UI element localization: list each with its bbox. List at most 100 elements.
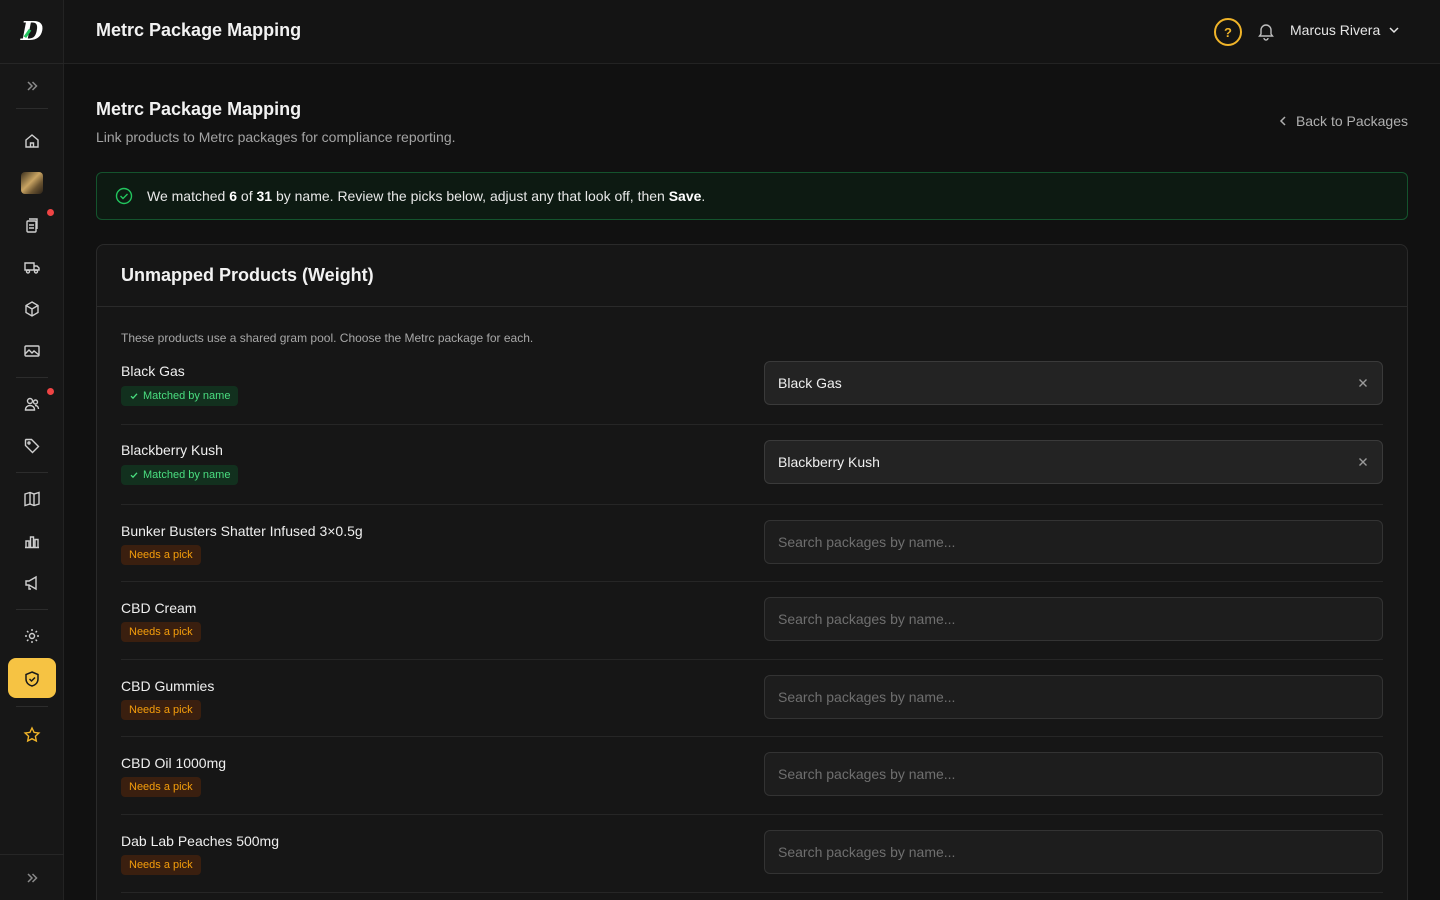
sidebar-item-media[interactable]: [0, 330, 64, 372]
alert-dot: [47, 388, 54, 395]
selected-package-value: Black Gas: [778, 375, 842, 391]
needs-pick-badge: Needs a pick: [121, 700, 201, 720]
selected-package-field[interactable]: Black Gas: [764, 361, 1383, 405]
clear-selection-button[interactable]: [1357, 456, 1369, 468]
product-row: Blackberry Kush Matched by name Blackberry…: [121, 440, 1383, 505]
sidebar-collapse-toggle[interactable]: [0, 64, 64, 108]
sidebar-item-packages[interactable]: [0, 288, 64, 330]
sidebar-item-settings[interactable]: [0, 615, 64, 657]
check-icon: [130, 393, 138, 400]
sidebar-item-catalog[interactable]: [0, 478, 64, 520]
badge-label: Needs a pick: [129, 704, 193, 716]
badge-label: Needs a pick: [129, 626, 193, 638]
page-subtitle: Link products to Metrc packages for comp…: [96, 129, 456, 145]
sidebar-expand-toggle[interactable]: [0, 854, 64, 900]
needs-pick-badge: Needs a pick: [121, 855, 201, 875]
sidebar-item-tags[interactable]: [0, 425, 64, 467]
book-icon: [24, 491, 40, 507]
badge-label: Matched by name: [143, 390, 231, 402]
package-search-input[interactable]: [778, 534, 1369, 550]
matched-badge: Matched by name: [121, 386, 239, 406]
product-name: CBD Oil 1000mg: [121, 755, 227, 771]
badge-label: Needs a pick: [129, 781, 193, 793]
sidebar-divider: [16, 472, 48, 473]
customers-icon: [24, 397, 40, 411]
badge-label: Needs a pick: [129, 859, 193, 871]
chevron-left-icon: [1279, 116, 1286, 126]
brand-logo[interactable]: D: [0, 0, 64, 64]
section-note: These products use a shared gram pool. C…: [121, 331, 534, 345]
needs-pick-badge: Needs a pick: [121, 545, 201, 565]
sidebar-divider: [16, 609, 48, 610]
package-box-icon: [25, 301, 39, 317]
sidebar-item-analytics[interactable]: [0, 520, 64, 562]
check-circle-icon: [115, 187, 133, 205]
package-search-input[interactable]: [778, 766, 1369, 782]
star-icon: [23, 726, 41, 743]
package-search-field: [764, 520, 1383, 564]
product-name: Dab Lab Peaches 500mg: [121, 833, 279, 849]
package-search-field: [764, 752, 1383, 796]
sidebar-item-store[interactable]: [0, 162, 64, 204]
settings-gear-icon: [25, 629, 39, 643]
megaphone-icon: [25, 575, 37, 591]
package-search-input[interactable]: [778, 611, 1369, 627]
orders-icon: [26, 218, 38, 233]
product-name: CBD Gummies: [121, 678, 215, 694]
sidebar-item-favorites[interactable]: [0, 714, 64, 756]
double-chevron-right-icon: [27, 872, 38, 883]
sidebar-item-orders[interactable]: [0, 204, 64, 246]
tag-icon: [24, 438, 40, 454]
product-row: Black Gas Matched by name Black Gas: [121, 361, 1383, 425]
analytics-chart-icon: [25, 536, 39, 549]
selected-package-field[interactable]: Blackberry Kush: [764, 440, 1383, 484]
chevron-down-icon: [1389, 27, 1399, 34]
package-search-field: [764, 830, 1383, 874]
header-title: Metrc Package Mapping: [96, 20, 302, 40]
sidebar: D: [0, 0, 64, 900]
home-icon: [25, 134, 39, 148]
media-image-icon: [24, 345, 40, 357]
store-thumbnail: [21, 172, 43, 194]
package-search-input[interactable]: [778, 689, 1369, 705]
bell-icon: [1258, 24, 1274, 41]
sidebar-item-home[interactable]: [0, 120, 64, 162]
back-link-label: Back to Packages: [1295, 113, 1408, 129]
compliance-shield-icon: [25, 671, 39, 687]
selected-package-value: Blackberry Kush: [778, 454, 880, 470]
product-row: CBD Oil 1000mg Needs a pick: [121, 752, 1383, 815]
banner-text: We matched 6 of 31 by name. Review the p…: [147, 188, 706, 204]
check-icon: [130, 472, 138, 479]
product-row: Dab Lab Peaches 500mg Needs a pick: [121, 830, 1383, 893]
sidebar-item-customers[interactable]: [0, 383, 64, 425]
back-to-packages-link[interactable]: Back to Packages: [1278, 113, 1408, 129]
user-name: Marcus Rivera: [1290, 22, 1381, 38]
clear-selection-button[interactable]: [1357, 377, 1369, 389]
total-count: 31: [256, 188, 273, 204]
product-row: Bunker Busters Shatter Infused 3×0.5g Nee…: [121, 520, 1383, 582]
matched-count: 6: [229, 188, 238, 204]
badge-label: Matched by name: [143, 469, 231, 481]
question-mark-icon: ?: [1224, 24, 1232, 40]
delivery-truck-icon: [24, 262, 40, 274]
package-search-input[interactable]: [778, 844, 1369, 860]
logo-mark-icon: D: [20, 16, 44, 47]
notifications-button[interactable]: [1256, 21, 1276, 46]
help-button[interactable]: ?: [1214, 18, 1242, 46]
product-row: CBD Gummies Needs a pick: [121, 675, 1383, 737]
badge-label: Needs a pick: [129, 549, 193, 561]
page-title: Metrc Package Mapping: [96, 99, 302, 119]
needs-pick-badge: Needs a pick: [121, 622, 201, 642]
matched-badge: Matched by name: [121, 465, 239, 485]
sidebar-item-compliance[interactable]: [0, 658, 64, 700]
package-search-field: [764, 675, 1383, 719]
sidebar-item-delivery[interactable]: [0, 246, 64, 288]
sidebar-divider: [16, 377, 48, 378]
product-name: Bunker Busters Shatter Infused 3×0.5g: [121, 523, 363, 539]
double-chevron-right-icon: [27, 81, 38, 91]
close-icon: [1359, 458, 1367, 466]
user-menu[interactable]: Marcus Rivera: [1290, 22, 1400, 38]
close-icon: [1359, 379, 1367, 387]
sidebar-divider: [16, 108, 48, 109]
sidebar-item-marketing[interactable]: [0, 562, 64, 604]
